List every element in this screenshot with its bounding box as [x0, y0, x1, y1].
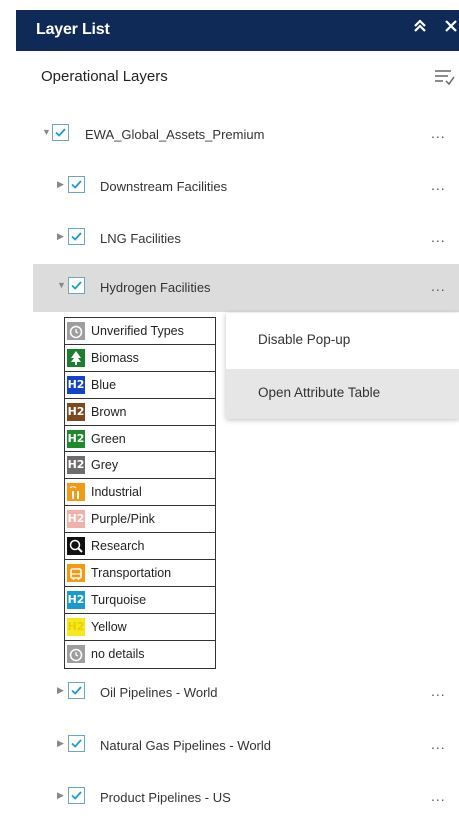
layer-checkbox[interactable]: [68, 277, 85, 294]
more-options-icon[interactable]: ...: [431, 684, 446, 698]
bus-icon: [67, 564, 85, 583]
legend-item: H2 Purple/Pink: [65, 506, 215, 534]
layer-checkbox[interactable]: [68, 787, 85, 804]
menu-item-open-attribute-table[interactable]: Open Attribute Table: [226, 369, 459, 419]
chevron-right-icon[interactable]: ▶: [57, 738, 64, 749]
layer-label: EWA_Global_Assets_Premium: [85, 127, 265, 142]
factory-icon: [67, 483, 85, 502]
chevron-right-icon[interactable]: ▶: [57, 231, 64, 242]
h2-icon: H2: [67, 456, 85, 475]
layer-label: Hydrogen Facilities: [100, 280, 211, 295]
more-options-icon[interactable]: ...: [431, 178, 446, 192]
sort-filter-icon[interactable]: [433, 66, 455, 88]
h2-icon: H2: [67, 375, 85, 394]
layer-row-lng-facilities[interactable]: ▶ LNG Facilities ...: [0, 220, 459, 264]
legend-item: Biomass: [65, 345, 215, 372]
legend-item: H2 Turquoise: [65, 587, 215, 614]
layer-checkbox[interactable]: [52, 124, 69, 141]
layer-row-hydrogen-facilities[interactable]: ▼ Hydrogen Facilities ...: [33, 264, 459, 312]
more-options-icon[interactable]: ...: [431, 230, 446, 244]
tree-icon: [67, 348, 85, 367]
close-icon[interactable]: [444, 18, 458, 39]
layer-context-menu: Disable Pop-up Open Attribute Table: [226, 313, 459, 419]
panel-title: Layer List: [36, 21, 110, 38]
operational-layers-title: Operational Layers: [41, 68, 168, 85]
clock-icon: [67, 322, 85, 340]
double-chevron-up-icon[interactable]: [413, 18, 427, 39]
layer-row-product-pipelines-us[interactable]: ▶ Product Pipelines - US ...: [0, 779, 459, 823]
more-options-icon[interactable]: ...: [431, 737, 446, 751]
h2-icon: H2: [67, 590, 85, 609]
more-options-icon[interactable]: ...: [431, 126, 446, 140]
layer-label: Product Pipelines - US: [100, 790, 231, 805]
more-options-icon[interactable]: ...: [431, 789, 446, 803]
layer-checkbox[interactable]: [68, 735, 85, 752]
clock-icon: [67, 644, 85, 663]
legend-item: H2 Grey: [65, 452, 215, 480]
legend-item: H2 Blue: [65, 372, 215, 399]
layer-list-header: Layer List: [16, 10, 459, 51]
layer-row-ewa-global-assets-premium[interactable]: ▼ EWA_Global_Assets_Premium ...: [0, 116, 459, 160]
layer-checkbox[interactable]: [68, 176, 85, 193]
layer-checkbox[interactable]: [68, 682, 85, 699]
hydrogen-legend: Unverified Types Biomass H2 Blue H2 Brow…: [64, 317, 216, 669]
legend-item: no details: [65, 641, 215, 668]
menu-item-disable-popup[interactable]: Disable Pop-up: [226, 316, 459, 366]
h2-icon: H2: [67, 617, 85, 636]
more-options-icon[interactable]: ...: [431, 279, 446, 293]
h2-icon: H2: [67, 402, 85, 421]
legend-item: H2 Brown: [65, 399, 215, 426]
h2-icon: H2: [67, 429, 85, 448]
layer-label: Natural Gas Pipelines - World: [100, 738, 271, 753]
legend-item: Unverified Types: [65, 318, 215, 345]
legend-item: Industrial: [65, 479, 215, 507]
chevron-down-icon[interactable]: ▼: [42, 127, 51, 137]
layer-row-downstream-facilities[interactable]: ▶ Downstream Facilities ...: [0, 168, 459, 212]
h2-icon: H2: [67, 510, 85, 529]
chevron-down-icon[interactable]: ▼: [57, 280, 66, 290]
chevron-right-icon[interactable]: ▶: [57, 790, 64, 801]
chevron-right-icon[interactable]: ▶: [57, 685, 64, 696]
legend-item: Transportation: [65, 560, 215, 587]
legend-item: Research: [65, 533, 215, 561]
layer-label: Downstream Facilities: [100, 179, 228, 194]
layer-checkbox[interactable]: [68, 228, 85, 245]
layer-label: Oil Pipelines - World: [100, 685, 218, 700]
layer-row-natural-gas-pipelines-world[interactable]: ▶ Natural Gas Pipelines - World ...: [0, 727, 459, 771]
research-icon: [67, 537, 85, 556]
layer-label: LNG Facilities: [100, 231, 181, 246]
legend-item: H2 Yellow: [65, 614, 215, 641]
legend-item: H2 Green: [65, 426, 215, 453]
layer-row-oil-pipelines-world[interactable]: ▶ Oil Pipelines - World ...: [0, 674, 459, 718]
chevron-right-icon[interactable]: ▶: [57, 179, 64, 190]
